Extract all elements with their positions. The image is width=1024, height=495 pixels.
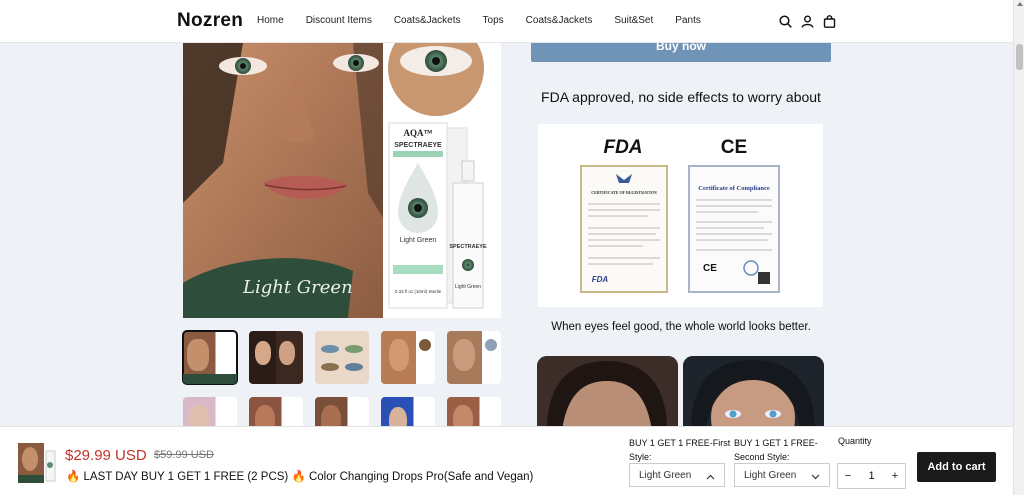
ce-doc-mark: CE bbox=[703, 263, 717, 274]
svg-text:Light Green: Light Green bbox=[455, 284, 481, 290]
option2-label: BUY 1 GET 1 FREE- Second Style: bbox=[734, 438, 818, 462]
option2-select[interactable]: Light Green bbox=[734, 463, 830, 487]
chevron-down-icon bbox=[811, 472, 820, 483]
model-image-2 bbox=[683, 356, 824, 431]
tagline-heading: When eyes feel good, the whole world loo… bbox=[551, 321, 811, 333]
main-image-caption: Light Green bbox=[242, 277, 353, 298]
nav-coats-jackets[interactable]: Coats&Jackets bbox=[394, 15, 461, 26]
nav-tops[interactable]: Tops bbox=[483, 15, 504, 26]
compare-at-price: $59.99 USD bbox=[154, 449, 214, 461]
thumbnail[interactable] bbox=[381, 331, 435, 384]
nav-coats-jackets-2[interactable]: Coats&Jackets bbox=[526, 15, 593, 26]
account-icon[interactable] bbox=[800, 13, 814, 29]
nav-home[interactable]: Home bbox=[257, 15, 284, 26]
quantity-decrease-button[interactable]: − bbox=[838, 470, 858, 482]
fda-heading: FDA approved, no side effects to worry a… bbox=[541, 89, 821, 105]
ce-logo: CE bbox=[721, 137, 747, 158]
box-shade: Light Green bbox=[400, 237, 437, 244]
option1-value: Light Green bbox=[639, 470, 692, 481]
certificates-image: FDA CE CERTIFICATE OF REGISTRATION FDA C… bbox=[538, 124, 823, 307]
scroll-up-arrow-icon[interactable] bbox=[1017, 2, 1023, 6]
quantity-input[interactable]: 1 bbox=[858, 470, 885, 482]
quantity-label: Quantity bbox=[838, 436, 872, 446]
site-header: Nozren Home Discount Items Coats&Jackets… bbox=[0, 0, 1013, 43]
fda-doc-mark: FDA bbox=[592, 275, 609, 284]
ce-doc-title: Certificate of Compliance bbox=[698, 185, 770, 192]
box-volume: 0.33 fl oz (10ml) Sterile bbox=[395, 289, 442, 294]
thumbnail[interactable] bbox=[315, 331, 369, 384]
nav-pants[interactable]: Pants bbox=[675, 15, 701, 26]
thumbnail[interactable] bbox=[182, 330, 238, 385]
option1-label: BUY 1 GET 1 FREE-First Style: bbox=[629, 438, 731, 462]
add-to-cart-button[interactable]: Add to cart bbox=[917, 452, 996, 482]
fda-logo: FDA bbox=[603, 137, 642, 158]
logo[interactable]: Nozren bbox=[177, 10, 243, 32]
chevron-up-icon bbox=[706, 472, 715, 483]
box-product: SPECTRAEYE bbox=[394, 142, 442, 149]
svg-text:SPECTRAEYE: SPECTRAEYE bbox=[449, 244, 487, 250]
quantity-stepper: − 1 + bbox=[837, 463, 906, 489]
fda-doc-title: CERTIFICATE OF REGISTRATION bbox=[591, 190, 657, 195]
box-brand: AQA™ bbox=[404, 128, 433, 138]
page-scrollbar[interactable] bbox=[1013, 0, 1024, 495]
cart-icon[interactable] bbox=[822, 13, 836, 29]
thumbnail[interactable] bbox=[447, 331, 501, 384]
nav-suit-set[interactable]: Suit&Set bbox=[614, 15, 653, 26]
option1-select[interactable]: Light Green bbox=[629, 463, 725, 487]
thumbnail[interactable] bbox=[249, 331, 303, 384]
option2-value: Light Green bbox=[744, 470, 797, 481]
main-product-image[interactable]: Light Green AQA™ SPECTRAEYE Light Green … bbox=[183, 43, 501, 318]
sale-price: $29.99 USD bbox=[65, 447, 147, 464]
scrollbar-thumb[interactable] bbox=[1016, 44, 1023, 70]
main-nav: Home Discount Items Coats&Jackets Tops C… bbox=[257, 15, 723, 26]
sticky-product-thumbnail bbox=[18, 443, 58, 483]
header-icons bbox=[778, 13, 836, 29]
model-image-1 bbox=[537, 356, 678, 431]
sticky-product-title: 🔥 LAST DAY BUY 1 GET 1 FREE (2 PCS) 🔥 Co… bbox=[66, 471, 534, 483]
quantity-increase-button[interactable]: + bbox=[885, 470, 905, 482]
nav-discount-items[interactable]: Discount Items bbox=[306, 15, 372, 26]
search-icon[interactable] bbox=[778, 13, 792, 29]
